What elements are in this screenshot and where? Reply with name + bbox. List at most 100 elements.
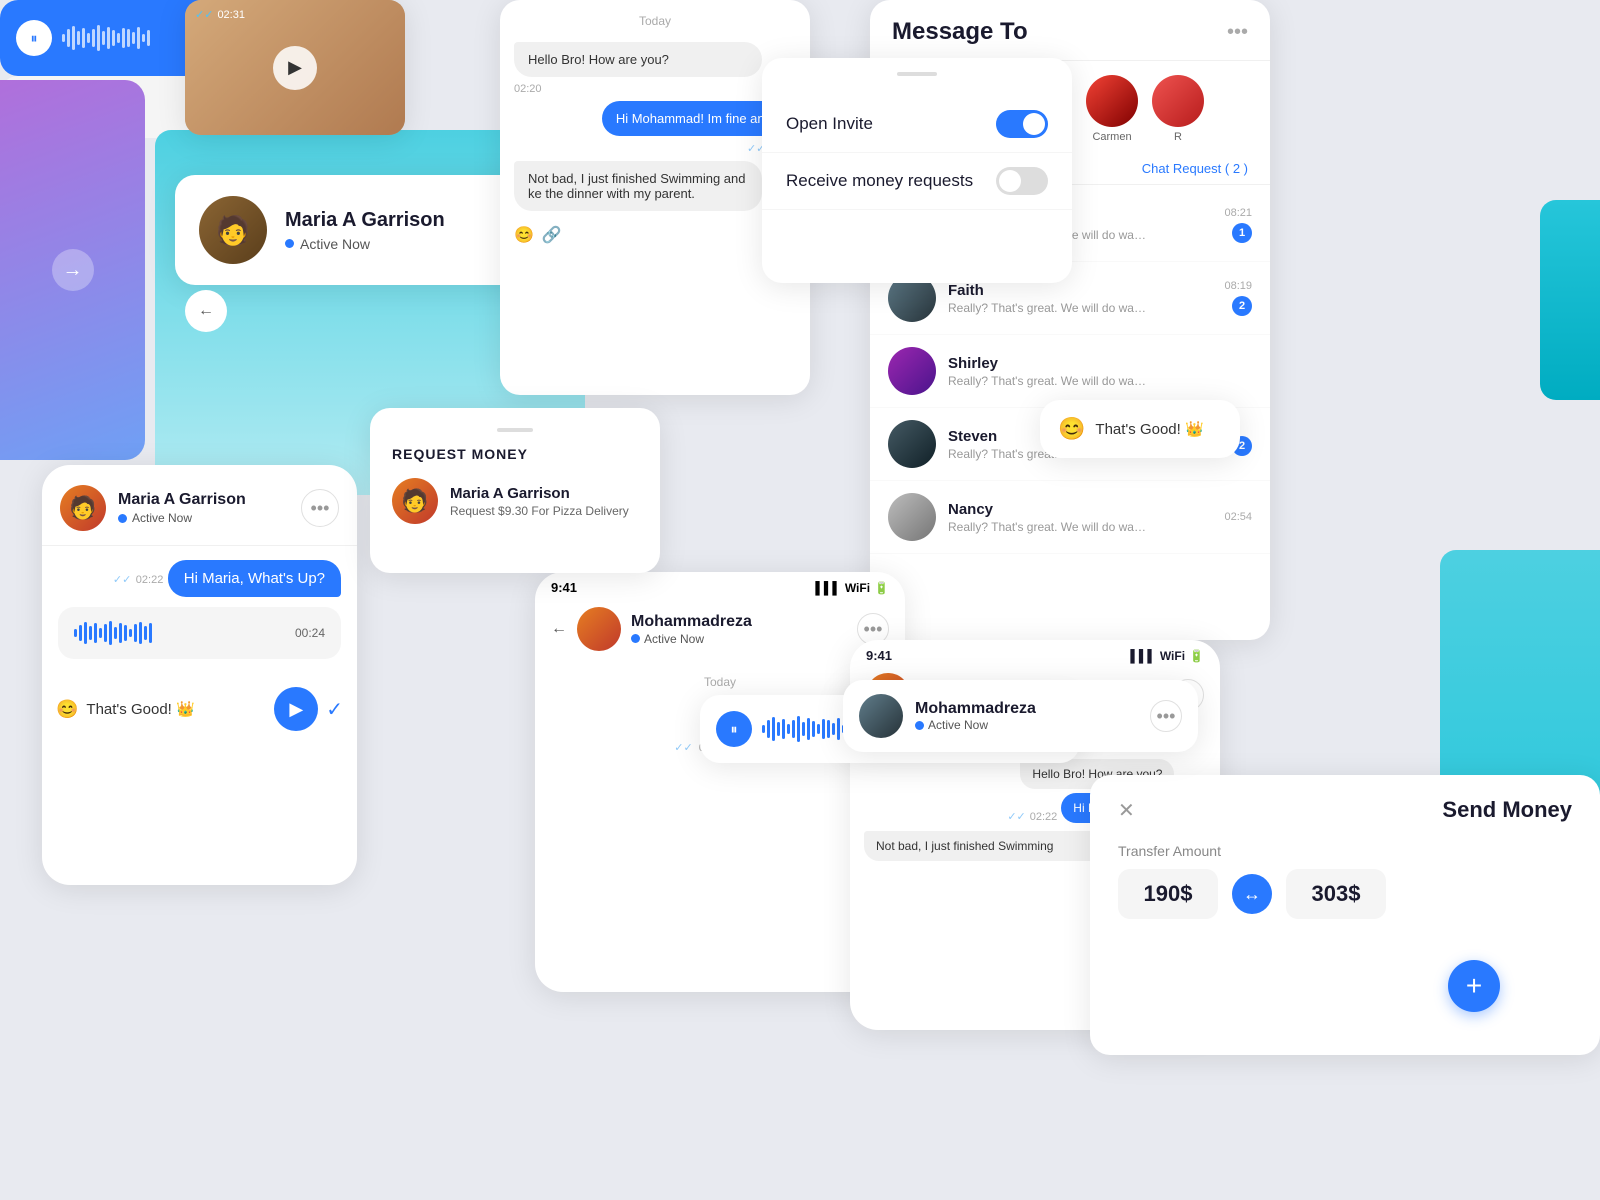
arrow-icon[interactable]: → <box>52 249 94 291</box>
msg-time-2: ✓✓ 02:22 <box>500 142 796 155</box>
open-invite-toggle[interactable] <box>996 110 1048 138</box>
emoji-popup: 😊 That's Good! 👑 <box>1040 400 1240 458</box>
settings-card: Open Invite Receive money requests <box>762 58 1072 283</box>
status-dot <box>285 239 294 248</box>
contact-with-name-r[interactable]: R <box>1152 75 1204 143</box>
request-name: Maria A Garrison <box>450 485 629 502</box>
contact-info: Maria A Garrison Active Now <box>285 209 485 252</box>
moh-status-dot <box>915 721 924 730</box>
request-title: REQUEST MONEY <box>392 446 638 462</box>
m3-info: Mohammadreza Active Now <box>631 613 847 646</box>
time-display-3: 9:41 <box>551 580 577 595</box>
mobile-chat-card: 🧑 Maria A Garrison Active Now ••• ✓✓ 02:… <box>42 465 357 885</box>
contact-name: Maria A Garrison <box>285 209 485 232</box>
amount-from[interactable]: 190$ <box>1118 869 1218 919</box>
mobile3-header: ← Mohammadreza Active Now ••• <box>535 599 905 663</box>
msg-info-nancy: Nancy Really? That's great. We will do w… <box>948 501 1212 534</box>
mobile-chat-header: 🧑 Maria A Garrison Active Now ••• <box>42 465 357 546</box>
send-button[interactable]: ▶ <box>274 687 318 731</box>
chat-messages-area: ✓✓ 02:22 Hi Maria, What's Up? <box>42 546 357 679</box>
msg-time-faith: 08:19 <box>1224 280 1252 292</box>
send-money-card: ✕ Send Money Transfer Amount 190$ ↔ 303$ <box>1090 775 1600 1055</box>
m3-today-label: Today <box>549 669 891 695</box>
request-person-row: 🧑 Maria A Garrison Request $9.30 For Piz… <box>392 478 638 524</box>
fab-add-button[interactable]: + <box>1448 960 1500 1012</box>
request-avatar: 🧑 <box>392 478 438 524</box>
that-good-row: 😊 That's Good! 👑 ▶ ✓ <box>42 679 357 739</box>
contact-with-name-carmen[interactable]: Carmen <box>1086 75 1138 143</box>
moh-name: Mohammadreza <box>915 700 1036 718</box>
amount-row: 190$ ↔ 303$ <box>1118 869 1572 919</box>
m2-time-2: 02:22 <box>1030 811 1058 823</box>
status-bar-2: 9:41 ▌▌▌ WiFi 🔋 <box>850 640 1220 667</box>
msg-preview-shirley: Really? That's great. We will do watch..… <box>948 374 1148 388</box>
contact-name-r: R <box>1174 131 1182 143</box>
msg-preview-faith: Really? That's great. We will do watch..… <box>948 301 1148 315</box>
battery-2: 🔋 <box>1189 649 1204 663</box>
sent-bubble: Hi Maria, What's Up? <box>168 560 341 597</box>
m3-status: Active Now <box>631 632 847 646</box>
m3-avatar <box>577 607 621 651</box>
emoji-icon: 😊 <box>56 699 78 720</box>
contact-avatar-4[interactable] <box>1086 75 1138 127</box>
contact-name-carmen: Carmen <box>1092 131 1131 143</box>
msg-name-nancy: Nancy <box>948 501 1212 518</box>
emoji-text: That's Good! 👑 <box>1095 420 1203 438</box>
close-button[interactable]: ✕ <box>1118 798 1135 823</box>
m3-name: Mohammadreza <box>631 613 847 631</box>
msg-meta-nancy: 02:54 <box>1224 511 1252 523</box>
more-options[interactable]: ••• <box>1227 21 1248 44</box>
message-to-title: Message To <box>892 18 1028 46</box>
pause-button[interactable]: ⏸ <box>16 20 52 56</box>
status-dot-small <box>118 514 127 523</box>
receive-money-row: Receive money requests <box>762 153 1072 210</box>
link-btn[interactable]: 🔗 <box>542 225 562 245</box>
drag-handle <box>897 72 937 76</box>
contact-avatar-5[interactable] <box>1152 75 1204 127</box>
mobile-chat-info: Maria A Garrison Active Now <box>118 491 289 525</box>
mobile-more-btn[interactable]: ••• <box>301 489 339 527</box>
receive-money-label: Receive money requests <box>786 171 973 191</box>
pause-btn-2[interactable]: ⏸ <box>716 711 752 747</box>
msg-time: 02:22 <box>136 574 164 586</box>
msg-name-faith: Faith <box>948 282 1212 299</box>
back-arrow[interactable]: ← <box>185 290 227 332</box>
msg-time-marcia: 08:21 <box>1224 207 1252 219</box>
mobile-chat-name: Maria A Garrison <box>118 491 289 509</box>
wifi-icon: WiFi <box>845 581 870 595</box>
back-arrow-3[interactable]: ← <box>551 620 567 638</box>
msg-time-nancy: 02:54 <box>1224 511 1252 523</box>
mobile-chat-status: Active Now <box>118 511 289 525</box>
chat-row-sent: ✓✓ 02:22 Hi Maria, What's Up? <box>58 560 341 597</box>
transfer-amount-label: Transfer Amount <box>1118 843 1572 859</box>
blob-right <box>1540 200 1600 400</box>
blob-left: → <box>0 80 145 460</box>
emoji-btn[interactable]: 😊 <box>514 225 534 245</box>
amount-to[interactable]: 303$ <box>1286 869 1386 919</box>
msg-info-faith: Faith Really? That's great. We will do w… <box>948 282 1212 315</box>
received-bubble-1: Hello Bro! How are you? <box>514 42 762 77</box>
message-to-header: Message To ••• <box>870 0 1270 61</box>
video-message-card: ✓✓ 02:31 ▶ <box>185 0 405 135</box>
moh-status: Active Now <box>915 718 1036 732</box>
drag-handle <box>497 428 533 432</box>
moh-header-card: Mohammadreza Active Now ••• <box>843 680 1198 752</box>
audio-message-row: 00:24 <box>58 607 341 659</box>
msg-name-shirley: Shirley <box>948 355 1240 372</box>
msg-avatar-steven <box>888 420 936 468</box>
audio-duration: 00:24 <box>295 626 325 640</box>
send-money-title: Send Money <box>1442 797 1572 823</box>
battery-icon: 🔋 <box>874 581 889 595</box>
wifi-2: WiFi <box>1160 649 1185 663</box>
transfer-arrow: ↔ <box>1232 874 1272 914</box>
emoji-face: 😊 <box>1058 416 1085 442</box>
moh-more-btn[interactable]: ••• <box>1150 700 1182 732</box>
request-money-card: REQUEST MONEY 🧑 Maria A Garrison Request… <box>370 408 660 573</box>
open-invite-row: Open Invite <box>762 96 1072 153</box>
receive-money-toggle[interactable] <box>996 167 1048 195</box>
msg-list-item-shirley[interactable]: Shirley Really? That's great. We will do… <box>870 335 1270 408</box>
msg-list-item-nancy[interactable]: Nancy Really? That's great. We will do w… <box>870 481 1270 554</box>
play-button[interactable]: ▶ <box>273 46 317 90</box>
status-dot-3 <box>631 634 640 643</box>
moh-avatar <box>859 694 903 738</box>
